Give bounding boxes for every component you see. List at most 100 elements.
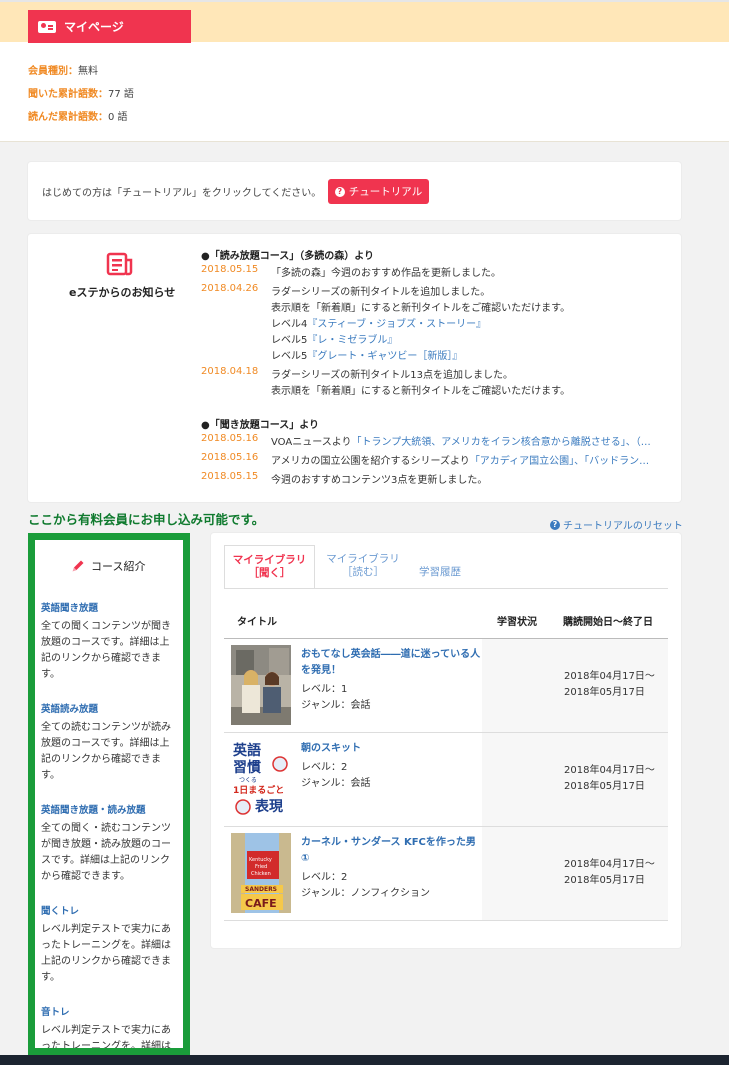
- table-row: 英語 習慣 つくる 1日まるごと 表現 朝のスキット レベル：2 ジャンル：会話…: [224, 733, 668, 827]
- member-type-row: 会員種別：無料: [28, 62, 98, 77]
- sign-text: Fried: [255, 864, 267, 870]
- row-period: 2018年04月17日～ 2018年05月17日: [564, 669, 655, 701]
- tab-learning-history[interactable]: 学習履歴: [410, 545, 470, 589]
- news-text: 「多読の森」今週のおすすめ作品を更新しました。: [271, 268, 501, 279]
- pencil-icon: [72, 560, 84, 572]
- read-words-row: 読んだ累計語数：0 語: [28, 108, 128, 123]
- header-title: タイトル: [237, 617, 277, 628]
- content-title-link[interactable]: おもてなし英会話――道に迷っている人を発見！: [301, 647, 481, 679]
- tab-sublabel: ［読む］: [342, 566, 384, 578]
- news-link-row: レベル4『スティーブ・ジョブズ・ストーリー』: [271, 315, 486, 330]
- tutorial-reset-link[interactable]: ? チュートリアルのリセット: [550, 517, 683, 532]
- row-level: レベル：2: [301, 872, 348, 883]
- header-period: 購読開始日～終了日: [563, 617, 653, 628]
- tutorial-reset-label: チュートリアルのリセット: [563, 521, 683, 532]
- news-date: 2018.05.15: [201, 471, 259, 482]
- tutorial-button[interactable]: ? チュートリアル: [328, 179, 429, 204]
- news-text: ラダーシリーズの新刊タイトル13点を追加しました。: [271, 370, 514, 381]
- listened-words-value: 77 語: [108, 89, 134, 100]
- news-text: 表示順を「新着順」にすると新刊タイトルをご確認いただけます。: [271, 386, 571, 397]
- thumbnail-book-cover[interactable]: 英語 習慣 つくる 1日まるごと 表現: [231, 739, 291, 819]
- course-link-read[interactable]: 英語読み放題: [41, 701, 98, 715]
- course-desc: 全ての聞く・読むコンテンツが聞き放題・読み放題のコースです。詳細は上記のリンクか…: [41, 823, 171, 882]
- course-intro-box: コース紹介 英語聞き放題 全ての聞くコンテンツが聞き放題のコースです。詳細は上記…: [28, 533, 190, 1055]
- tab-label: マイライブラリ: [232, 554, 307, 566]
- news-heading: eステからのお知らせ: [69, 286, 176, 299]
- os-taskbar: [0, 1055, 729, 1065]
- tab-label: 学習履歴: [419, 566, 461, 578]
- tutorial-text: はじめての方は「チュートリアル」をクリックしてください。: [42, 188, 322, 199]
- course-link-listen[interactable]: 英語聞き放題: [41, 600, 98, 614]
- cover-text: 1日まるごと: [233, 784, 284, 796]
- listened-words-label: 聞いた累計語数：: [28, 89, 108, 100]
- thumbnail-photo[interactable]: [231, 645, 291, 725]
- row-period: 2018年04月17日～ 2018年05月17日: [564, 857, 655, 889]
- news-link[interactable]: 「アカディア国立公園」、「バッドラン…: [470, 456, 649, 467]
- row-period: 2018年04月17日～ 2018年05月17日: [564, 763, 655, 795]
- course-desc: レベル判定テストで実力にあったトレーニングを。詳細は上記のリンクから確認できます…: [41, 924, 171, 983]
- course-desc: 全ての聞くコンテンツが聞き放題のコースです。詳細は上記のリンクから確認できます。: [41, 621, 171, 680]
- news-link[interactable]: 「トランプ大統領、アメリカをイラン核合意から離脱させる」、（…: [352, 437, 651, 448]
- news-text: VOAニュースより「トランプ大統領、アメリカをイラン核合意から離脱させる」、（…: [271, 433, 651, 448]
- member-type-label: 会員種別：: [28, 66, 78, 77]
- news-link-row: レベル5『レ・ミゼラブル』: [271, 331, 397, 346]
- news-text: アメリカの国立公園を紹介するシリーズより「アカディア国立公園」、「バッドラン…: [271, 452, 649, 467]
- period-end: 2018年05月17日: [564, 781, 645, 792]
- course-desc: レベル判定テストで実力にあったトレーニングを。詳細は: [41, 1025, 171, 1052]
- news-text: 今週のおすすめコンテンツ3点を更新しました。: [271, 475, 488, 486]
- read-words-label: 読んだ累計語数：: [28, 112, 108, 123]
- news-title-link[interactable]: 『グレート・ギャツビー［新版］』: [307, 351, 462, 362]
- course-link-ototore[interactable]: 音トレ: [41, 1004, 70, 1018]
- mypage-tab-label: マイページ: [64, 20, 124, 34]
- top-strip: [0, 0, 729, 10]
- mypage-panel: マイページ 会員種別：無料 聞いた累計語数：77 語 読んだ累計語数：0 語: [0, 10, 729, 142]
- news-date: 2018.04.18: [201, 366, 259, 377]
- news-date: 2018.04.26: [201, 283, 259, 294]
- news-text-pre: アメリカの国立公園を紹介するシリーズより: [271, 456, 470, 467]
- news-text-pre: VOAニュースより: [271, 437, 352, 448]
- period-start: 2018年04月17日～: [564, 765, 655, 776]
- paid-notice: ここから有料会員にお申し込み可能です。: [28, 512, 265, 527]
- course-link-listen-read[interactable]: 英語聞き放題・読み放題: [41, 802, 146, 816]
- news-section-reading: ●「読み放題コース」（多読の森）より: [201, 251, 375, 262]
- tab-library-listen[interactable]: マイライブラリ ［聞く］: [224, 545, 315, 589]
- row-genre: ジャンル：会話: [301, 700, 371, 711]
- news-text: ラダーシリーズの新刊タイトルを追加しました。: [271, 287, 491, 298]
- news-title-link[interactable]: 『レ・ミゼラブル』: [307, 335, 397, 346]
- course-desc: 全ての読むコンテンツが読み放題のコースです。詳細は上記のリンクから確認できます。: [41, 722, 171, 781]
- sign-text: Chicken: [251, 871, 271, 877]
- content-title-link[interactable]: カーネル・サンダース KFCを作った男 ①: [301, 835, 481, 867]
- content-title-link[interactable]: 朝のスキット: [301, 741, 481, 757]
- listened-words-row: 聞いた累計語数：77 語: [28, 85, 134, 100]
- tutorial-button-label: チュートリアル: [348, 186, 423, 198]
- thumbnail-photo[interactable]: Kentucky Fried Chicken SANDERS CAFE: [231, 833, 291, 913]
- sign-text: CAFE: [245, 897, 277, 910]
- table-row: おもてなし英会話――道に迷っている人を発見！ レベル：1 ジャンル：会話 201…: [224, 639, 668, 733]
- course-link-kikutore[interactable]: 聞くトレ: [41, 903, 79, 917]
- news-link-row: レベル5『グレート・ギャツビー［新版］』: [271, 347, 462, 362]
- row-genre: ジャンル：会話: [301, 778, 371, 789]
- news-title-link[interactable]: 『スティーブ・ジョブズ・ストーリー』: [307, 319, 486, 330]
- member-type-value: 無料: [78, 66, 98, 77]
- level-prefix: レベル4: [271, 319, 308, 330]
- mypage-tab[interactable]: マイページ: [28, 10, 191, 43]
- course-title: コース紹介: [71, 558, 145, 574]
- id-card-icon: [38, 20, 56, 33]
- cover-text: つくる: [239, 777, 257, 784]
- tab-label: マイライブラリ: [326, 553, 400, 565]
- news-date: 2018.05.16: [201, 433, 259, 444]
- level-prefix: レベル5: [271, 351, 308, 362]
- read-words-value: 0 語: [108, 112, 128, 123]
- tab-library-read[interactable]: マイライブラリ ［読む］: [318, 545, 408, 589]
- sign-text: Kentucky: [249, 857, 272, 863]
- tab-sublabel: ［聞く］: [248, 567, 291, 579]
- sign-text: SANDERS: [245, 886, 277, 893]
- course-title-label: コース紹介: [91, 560, 146, 573]
- question-icon: ?: [334, 186, 345, 197]
- period-end: 2018年05月17日: [564, 687, 645, 698]
- header-status: 学習状況: [497, 617, 537, 628]
- news-section-listening: ●「聞き放題コース」より: [201, 420, 320, 431]
- period-start: 2018年04月17日～: [564, 671, 655, 682]
- cover-text: 英語: [232, 742, 261, 759]
- period-start: 2018年04月17日～: [564, 859, 655, 870]
